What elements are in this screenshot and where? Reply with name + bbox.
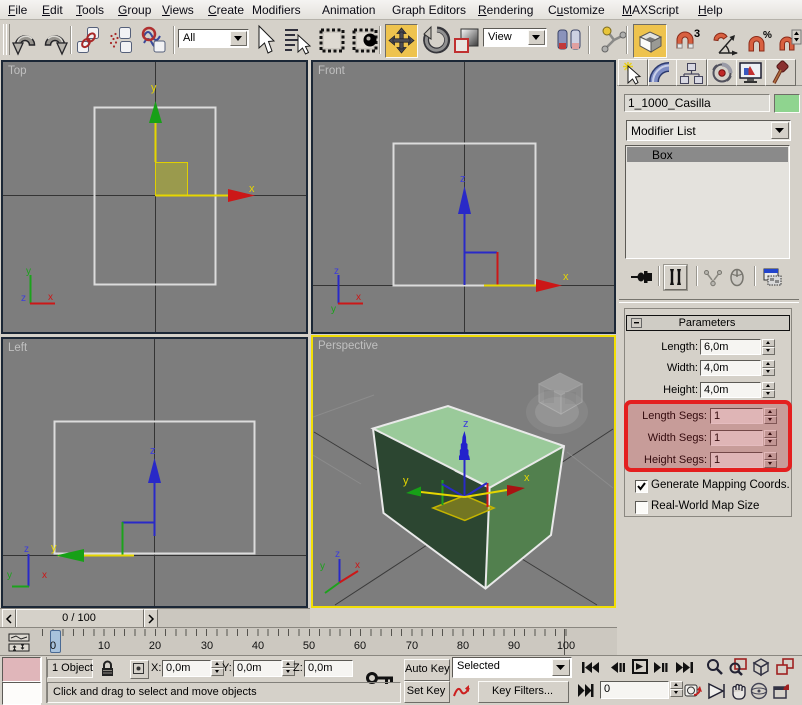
svg-text:y: y bbox=[403, 475, 409, 487]
svg-text:y: y bbox=[7, 570, 12, 581]
svg-text:x: x bbox=[355, 560, 360, 571]
svg-text:z: z bbox=[460, 173, 466, 185]
svg-text:x: x bbox=[524, 472, 530, 484]
svg-text:x: x bbox=[356, 292, 361, 303]
svg-text:x: x bbox=[563, 271, 569, 283]
svg-text:z: z bbox=[24, 544, 29, 555]
svg-text:3: 3 bbox=[694, 28, 700, 40]
svg-text:y: y bbox=[331, 304, 336, 315]
svg-text:y: y bbox=[320, 561, 325, 572]
svg-text:y: y bbox=[51, 542, 57, 554]
svg-text:x: x bbox=[48, 292, 53, 303]
svg-text:z: z bbox=[335, 549, 340, 560]
svg-text:z: z bbox=[21, 293, 26, 304]
svg-text:y: y bbox=[151, 82, 157, 94]
svg-text:x: x bbox=[42, 570, 47, 581]
svg-text:z: z bbox=[463, 418, 469, 430]
svg-text:x: x bbox=[249, 183, 255, 195]
svg-text:z: z bbox=[150, 445, 156, 457]
svg-text:z: z bbox=[334, 266, 339, 277]
svg-text:y: y bbox=[26, 266, 31, 277]
svg-text:%: % bbox=[763, 30, 772, 41]
